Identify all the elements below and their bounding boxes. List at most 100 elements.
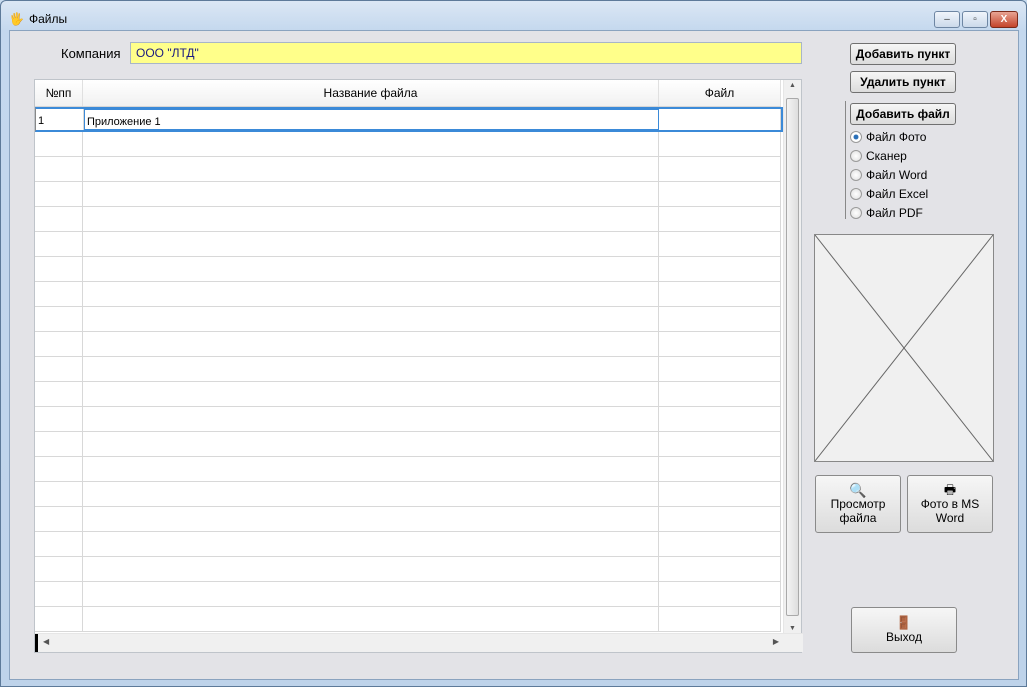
table-cell[interactable] xyxy=(659,157,781,181)
cell-num[interactable]: 1 xyxy=(36,109,84,130)
table-cell[interactable] xyxy=(35,582,83,606)
table-cell[interactable] xyxy=(659,232,781,256)
add-file-button[interactable]: Добавить файл xyxy=(850,103,956,125)
table-row[interactable] xyxy=(35,532,781,557)
table-cell[interactable] xyxy=(659,257,781,281)
file-type-radio[interactable]: Сканер xyxy=(850,146,928,165)
photo-to-word-button[interactable]: 🖶 Фото в MS Word xyxy=(907,475,993,533)
add-item-button[interactable]: Добавить пункт xyxy=(850,43,956,65)
scroll-down-icon[interactable]: ▼ xyxy=(789,625,796,632)
table-cell[interactable] xyxy=(659,132,781,156)
file-type-radio[interactable]: Файл Excel xyxy=(850,184,928,203)
table-row[interactable] xyxy=(35,282,781,307)
exit-button[interactable]: 🚪 Выход xyxy=(851,607,957,653)
table-cell[interactable] xyxy=(83,207,659,231)
radio-button-icon[interactable] xyxy=(850,187,862,200)
table-cell[interactable] xyxy=(83,482,659,506)
table-cell[interactable] xyxy=(35,232,83,256)
table-row[interactable] xyxy=(35,182,781,207)
scroll-left-icon[interactable]: ◀ xyxy=(43,637,49,646)
horizontal-scrollbar[interactable]: ◀ ▶ xyxy=(35,633,803,652)
table-cell[interactable] xyxy=(83,432,659,456)
table-row[interactable] xyxy=(35,332,781,357)
table-cell[interactable] xyxy=(83,607,659,631)
table-cell[interactable] xyxy=(83,332,659,356)
table-cell[interactable] xyxy=(35,182,83,206)
scroll-right-icon[interactable]: ▶ xyxy=(773,637,779,646)
table-cell[interactable] xyxy=(659,282,781,306)
table-cell[interactable] xyxy=(83,157,659,181)
table-cell[interactable] xyxy=(35,407,83,431)
table-row[interactable] xyxy=(35,232,781,257)
table-cell[interactable] xyxy=(35,282,83,306)
radio-button-icon[interactable] xyxy=(850,149,862,162)
table-row[interactable] xyxy=(35,207,781,232)
table-row[interactable] xyxy=(35,257,781,282)
file-type-radio[interactable]: Файл PDF xyxy=(850,203,928,222)
maximize-button[interactable]: ▫ xyxy=(962,11,988,28)
table-cell[interactable] xyxy=(659,332,781,356)
table-cell[interactable] xyxy=(35,557,83,581)
table-cell[interactable] xyxy=(659,607,781,631)
table-cell[interactable] xyxy=(35,457,83,481)
table-row[interactable] xyxy=(35,307,781,332)
view-file-button[interactable]: 🔍 Просмотр файла xyxy=(815,475,901,533)
table-cell[interactable] xyxy=(83,182,659,206)
table-row[interactable] xyxy=(35,357,781,382)
table-cell[interactable] xyxy=(659,407,781,431)
table-cell[interactable] xyxy=(35,132,83,156)
table-cell[interactable] xyxy=(659,307,781,331)
table-row[interactable] xyxy=(35,432,781,457)
file-type-radio[interactable]: Файл Фото xyxy=(850,127,928,146)
table-cell[interactable] xyxy=(83,507,659,531)
table-cell[interactable] xyxy=(83,407,659,431)
table-cell[interactable] xyxy=(35,307,83,331)
table-row[interactable] xyxy=(35,557,781,582)
table-cell[interactable] xyxy=(35,607,83,631)
table-cell[interactable] xyxy=(83,257,659,281)
table-cell[interactable] xyxy=(659,557,781,581)
table-cell[interactable] xyxy=(659,457,781,481)
minimize-button[interactable]: – xyxy=(934,11,960,28)
table-cell[interactable] xyxy=(83,307,659,331)
table-cell[interactable] xyxy=(83,582,659,606)
file-type-radio[interactable]: Файл Word xyxy=(850,165,928,184)
table-row[interactable] xyxy=(35,607,781,632)
table-row[interactable] xyxy=(35,157,781,182)
table-cell[interactable] xyxy=(659,382,781,406)
table-cell[interactable] xyxy=(659,582,781,606)
column-header-name[interactable]: Название файла xyxy=(83,80,659,106)
table-row[interactable] xyxy=(35,582,781,607)
table-cell[interactable] xyxy=(35,507,83,531)
table-cell[interactable] xyxy=(35,332,83,356)
table-cell[interactable] xyxy=(83,282,659,306)
radio-button-icon[interactable] xyxy=(850,206,862,219)
table-row[interactable] xyxy=(35,407,781,432)
column-header-num[interactable]: №пп xyxy=(35,80,83,106)
table-row[interactable] xyxy=(35,457,781,482)
table-cell[interactable] xyxy=(83,132,659,156)
close-button[interactable]: X xyxy=(990,11,1018,28)
table-cell[interactable] xyxy=(83,557,659,581)
column-header-file[interactable]: Файл xyxy=(659,80,781,106)
table-cell[interactable] xyxy=(35,257,83,281)
table-cell[interactable] xyxy=(659,432,781,456)
table-cell[interactable] xyxy=(35,532,83,556)
scrollbar-thumb[interactable] xyxy=(786,98,799,616)
vertical-scrollbar[interactable]: ▲ ▼ xyxy=(783,80,801,634)
cell-file[interactable] xyxy=(659,109,781,130)
cell-name[interactable]: Приложение 1 xyxy=(83,109,660,130)
table-cell[interactable] xyxy=(83,457,659,481)
table-cell[interactable] xyxy=(659,357,781,381)
table-row[interactable] xyxy=(35,382,781,407)
table-cell[interactable] xyxy=(35,357,83,381)
table-cell[interactable] xyxy=(83,532,659,556)
scroll-up-icon[interactable]: ▲ xyxy=(789,82,796,89)
table-cell[interactable] xyxy=(35,157,83,181)
radio-button-icon[interactable] xyxy=(850,130,862,143)
table-cell[interactable] xyxy=(35,482,83,506)
table-cell[interactable] xyxy=(35,207,83,231)
company-field[interactable]: ООО "ЛТД" xyxy=(130,42,802,64)
table-cell[interactable] xyxy=(659,507,781,531)
delete-item-button[interactable]: Удалить пункт xyxy=(850,71,956,93)
